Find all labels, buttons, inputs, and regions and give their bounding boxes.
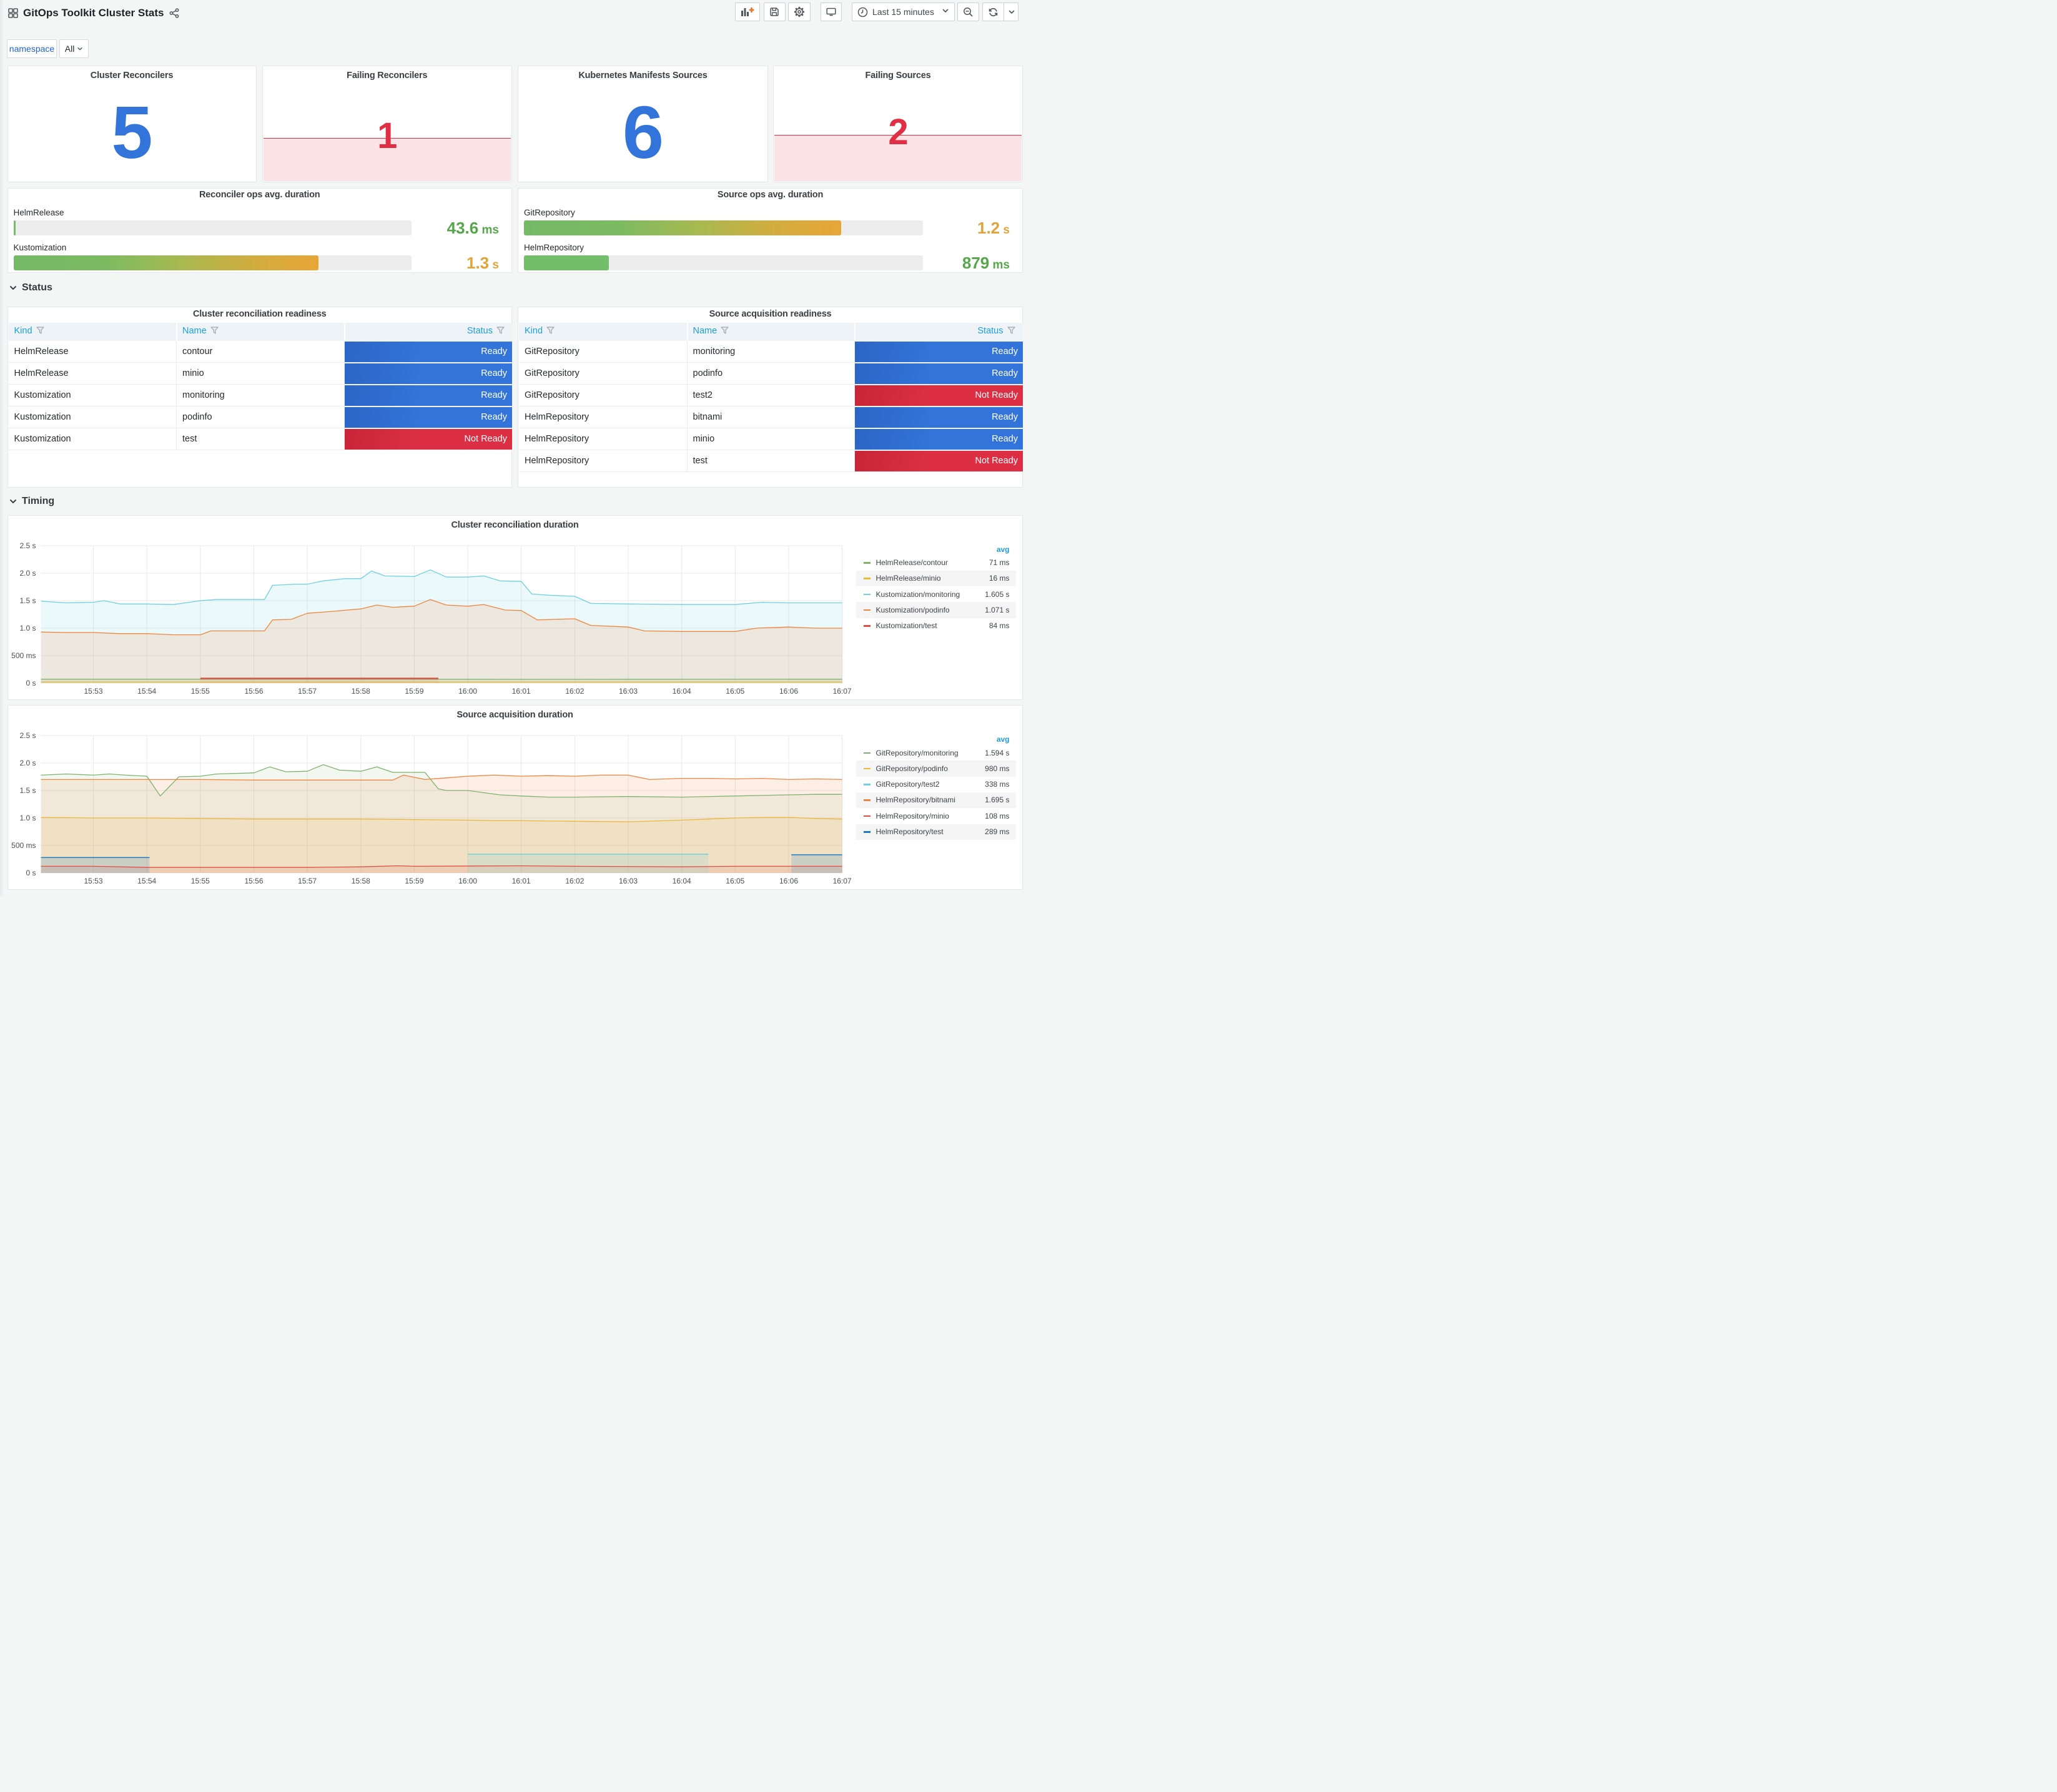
svg-text:15:53: 15:53 xyxy=(84,687,102,696)
svg-text:15:56: 15:56 xyxy=(244,877,263,885)
svg-text:15:57: 15:57 xyxy=(298,687,317,696)
svg-text:2.0 s: 2.0 s xyxy=(19,759,36,767)
svg-text:16:00: 16:00 xyxy=(458,877,477,885)
svg-text:16:01: 16:01 xyxy=(511,877,530,885)
svg-text:15:55: 15:55 xyxy=(190,687,209,696)
svg-text:15:54: 15:54 xyxy=(137,877,156,885)
svg-text:15:59: 15:59 xyxy=(405,687,423,696)
svg-text:16:02: 16:02 xyxy=(565,687,584,696)
svg-text:15:55: 15:55 xyxy=(190,877,209,885)
svg-text:500 ms: 500 ms xyxy=(11,841,36,850)
svg-text:1.5 s: 1.5 s xyxy=(19,596,36,605)
svg-text:1.0 s: 1.0 s xyxy=(19,624,36,633)
svg-text:1.0 s: 1.0 s xyxy=(19,814,36,822)
svg-text:16:06: 16:06 xyxy=(779,877,797,885)
svg-text:16:07: 16:07 xyxy=(832,687,851,696)
svg-text:500 ms: 500 ms xyxy=(11,651,36,660)
svg-text:15:59: 15:59 xyxy=(405,877,423,885)
svg-text:15:57: 15:57 xyxy=(298,877,317,885)
svg-text:16:07: 16:07 xyxy=(832,877,851,885)
svg-text:15:54: 15:54 xyxy=(137,687,156,696)
svg-text:0 s: 0 s xyxy=(26,679,36,687)
svg-text:16:03: 16:03 xyxy=(618,687,637,696)
svg-text:15:53: 15:53 xyxy=(84,877,102,885)
svg-text:16:04: 16:04 xyxy=(672,877,691,885)
svg-text:16:05: 16:05 xyxy=(726,687,744,696)
svg-text:16:01: 16:01 xyxy=(511,687,530,696)
svg-text:15:58: 15:58 xyxy=(351,687,370,696)
svg-text:0 s: 0 s xyxy=(26,869,36,877)
svg-text:2.5 s: 2.5 s xyxy=(19,541,36,550)
svg-text:15:58: 15:58 xyxy=(351,877,370,885)
svg-text:15:56: 15:56 xyxy=(244,687,263,696)
svg-text:2.5 s: 2.5 s xyxy=(19,731,36,740)
svg-text:16:00: 16:00 xyxy=(458,687,477,696)
svg-text:16:06: 16:06 xyxy=(779,687,797,696)
svg-text:16:04: 16:04 xyxy=(672,687,691,696)
svg-text:2.0 s: 2.0 s xyxy=(19,569,36,578)
svg-text:16:03: 16:03 xyxy=(618,877,637,885)
svg-text:16:05: 16:05 xyxy=(726,877,744,885)
svg-text:16:02: 16:02 xyxy=(565,877,584,885)
svg-text:1.5 s: 1.5 s xyxy=(19,786,36,795)
